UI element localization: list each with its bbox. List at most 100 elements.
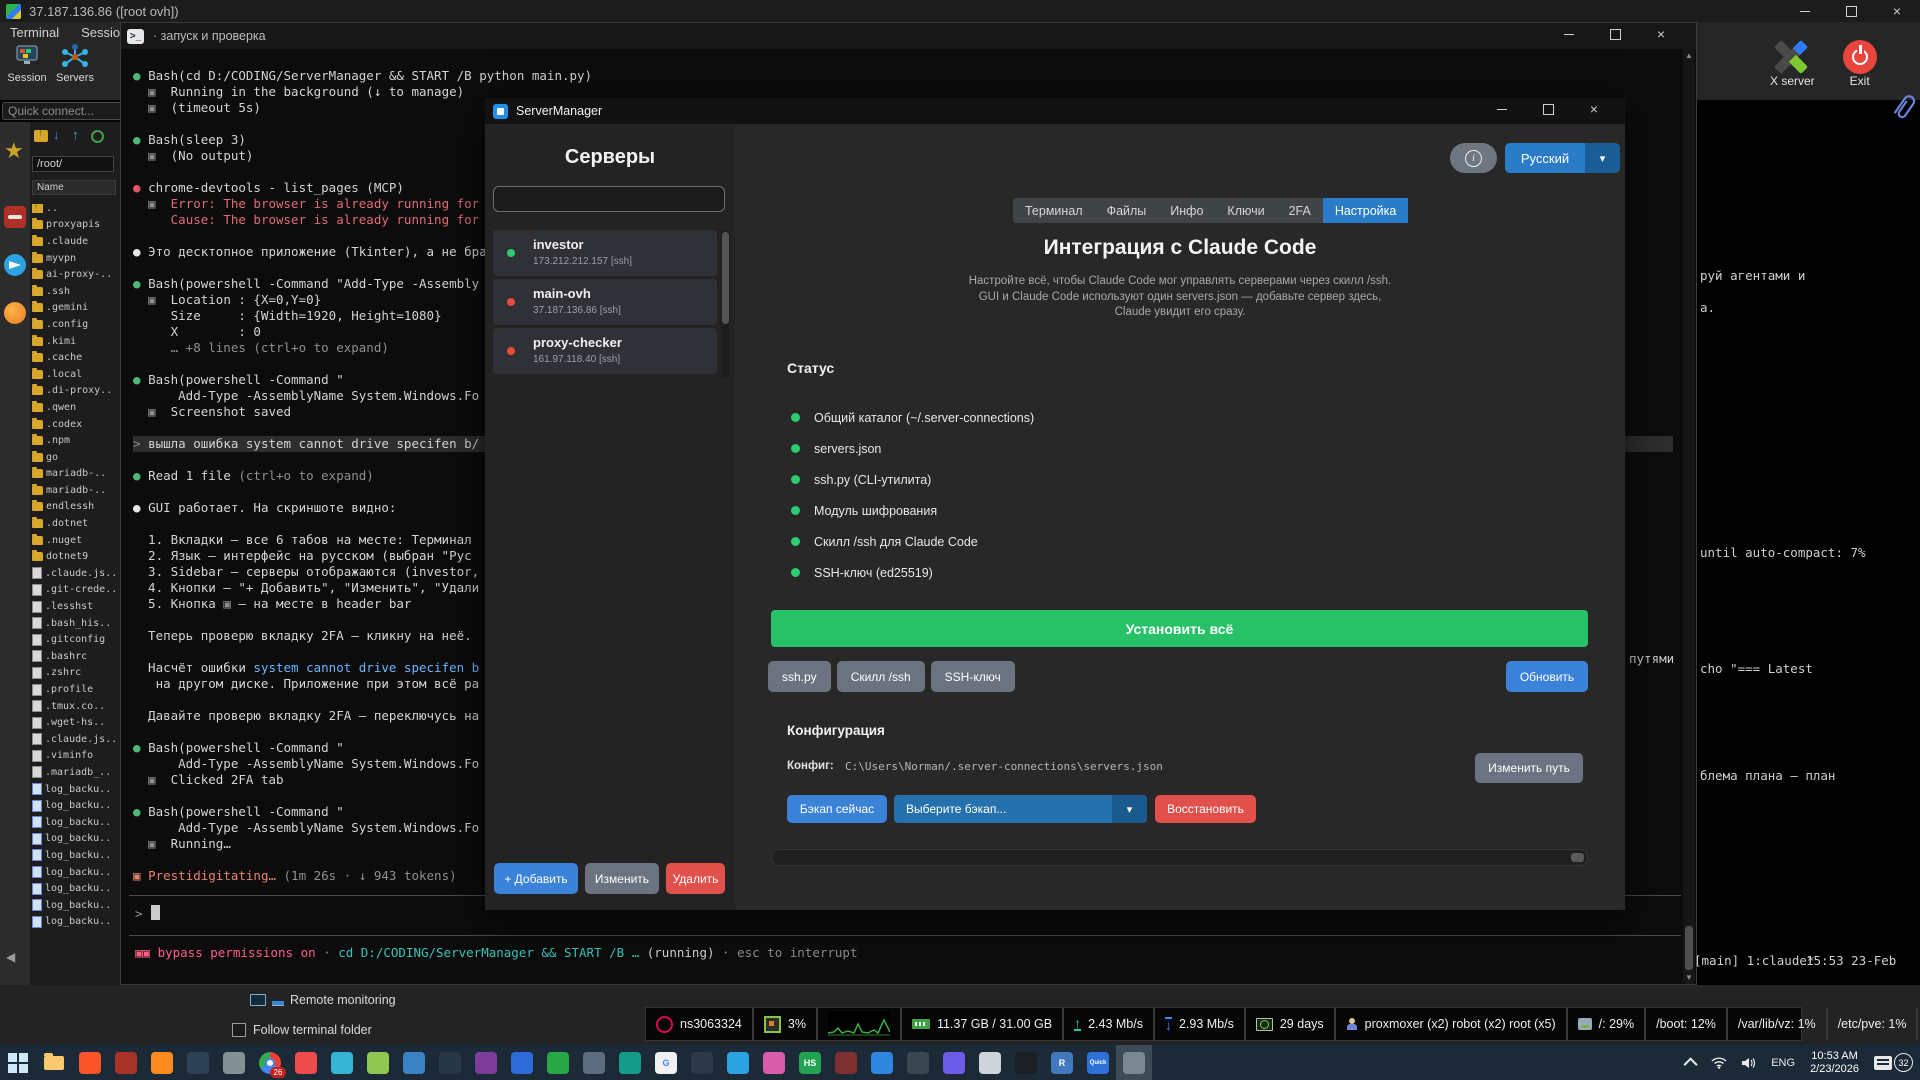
app-pink[interactable] [756, 1045, 792, 1080]
horizontal-scrollbar[interactable] [771, 849, 1588, 866]
file-row[interactable]: myvpn [32, 250, 120, 267]
servermanager-close-button[interactable]: × [1571, 98, 1617, 120]
file-row[interactable]: .npm [32, 432, 120, 449]
files-column-header[interactable]: Name [32, 180, 116, 195]
refresh-icon[interactable] [91, 130, 104, 143]
app-purple[interactable] [468, 1045, 504, 1080]
file-row[interactable]: .claude.js.. [32, 731, 120, 748]
file-row[interactable]: log_backu.. [32, 831, 120, 848]
file-row[interactable]: mariadb-.. [32, 466, 120, 483]
file-row[interactable]: .gitconfig [32, 631, 120, 648]
add-server-button[interactable]: + Добавить [494, 863, 578, 894]
exit-button[interactable]: Exit [1842, 40, 1877, 98]
speaker-icon[interactable] [1734, 1045, 1764, 1080]
edge[interactable] [324, 1045, 360, 1080]
scroll-left-arrow[interactable]: ◀ [6, 950, 15, 964]
file-row[interactable]: .lesshst [32, 598, 120, 615]
telegram-icon[interactable] [4, 254, 26, 276]
edit-server-button[interactable]: Изменить [585, 863, 659, 894]
component-button[interactable]: Скилл /ssh [836, 661, 925, 692]
maximize-button[interactable] [1828, 0, 1874, 22]
tools-knife-icon[interactable] [4, 206, 26, 228]
app-hs[interactable]: HS [792, 1045, 828, 1080]
backup-now-button[interactable]: Бэкап сейчас [787, 795, 887, 823]
favorites-star-icon[interactable]: ★ [4, 140, 26, 162]
file-row[interactable]: ai-proxy-.. [32, 266, 120, 283]
file-row[interactable]: .config [32, 316, 120, 333]
file-row[interactable]: .di-proxy.. [32, 383, 120, 400]
file-row[interactable]: proxyapis [32, 217, 120, 234]
download-icon[interactable]: ↓ [53, 128, 67, 142]
backup-select-dropdown[interactable]: Выберите бэкап... ▾ [894, 795, 1147, 823]
google-app[interactable]: G [648, 1045, 684, 1080]
x-server-button[interactable]: X server [1770, 40, 1815, 98]
servermanager-maximize-button[interactable] [1525, 98, 1571, 120]
language-selector[interactable]: Русский ▾ [1505, 143, 1620, 173]
app-darkblue[interactable] [180, 1045, 216, 1080]
file-row[interactable]: log_backu.. [32, 864, 120, 881]
paperclip-icon[interactable] [1892, 92, 1918, 127]
server-search-input[interactable] [493, 186, 725, 212]
file-row[interactable]: .codex [32, 416, 120, 433]
orange-app-icon[interactable] [4, 302, 26, 324]
app-blue[interactable] [396, 1045, 432, 1080]
app-blue2[interactable] [864, 1045, 900, 1080]
quick-share[interactable]: Quick [1080, 1045, 1116, 1080]
tab-инфо[interactable]: Инфо [1158, 198, 1215, 223]
component-button[interactable]: ssh.py [768, 661, 831, 692]
terminal-titlebar[interactable]: >_ · запуск и проверка × [121, 23, 1696, 49]
terminal-app[interactable] [504, 1045, 540, 1080]
follow-terminal-folder-checkbox[interactable]: Follow terminal folder [232, 1023, 372, 1037]
install-all-button[interactable]: Установить всё [771, 610, 1588, 647]
app-red[interactable] [108, 1045, 144, 1080]
server-card-investor[interactable]: investor 173.212.212.157 [ssh] [493, 230, 717, 276]
file-explorer[interactable] [36, 1045, 72, 1080]
file-row[interactable]: .bash_his.. [32, 615, 120, 632]
file-row[interactable]: .claude.js.. [32, 565, 120, 582]
file-row[interactable]: endlessh [32, 499, 120, 516]
file-row[interactable]: .zshrc [32, 665, 120, 682]
server-card-proxy-checker[interactable]: proxy-checker 161.97.118.40 [ssh] [493, 328, 717, 374]
terminal-maximize-button[interactable] [1592, 23, 1638, 45]
app-dark[interactable] [684, 1045, 720, 1080]
file-row[interactable]: .cache [32, 349, 120, 366]
menu-item-terminal[interactable]: Terminal [10, 25, 59, 40]
chrome[interactable]: 26 [252, 1045, 288, 1080]
app-dark2[interactable] [900, 1045, 936, 1080]
info-button[interactable]: i [1450, 143, 1497, 173]
anydesk[interactable] [288, 1045, 324, 1080]
app-steel[interactable] [576, 1045, 612, 1080]
tray-clock[interactable]: 10:53 AM 2/23/2026 [1802, 1050, 1867, 1076]
file-row[interactable]: .gemini [32, 300, 120, 317]
obs[interactable] [936, 1045, 972, 1080]
scroll-down-icon[interactable]: ▼ [1683, 971, 1695, 984]
file-row[interactable]: .wget-hs.. [32, 714, 120, 731]
file-row[interactable]: .viminfo [32, 748, 120, 765]
firefox[interactable] [144, 1045, 180, 1080]
wifi-icon[interactable] [1704, 1045, 1734, 1080]
file-row[interactable]: dotnet9 [32, 548, 120, 565]
rstudio[interactable]: R [1044, 1045, 1080, 1080]
terminal-scrollbar[interactable]: ▲ ▼ [1683, 49, 1695, 984]
servermanager-titlebar[interactable]: ServerManager × [485, 98, 1625, 124]
file-row[interactable]: log_backu.. [32, 914, 120, 931]
file-row[interactable]: .ssh [32, 283, 120, 300]
file-row[interactable]: .qwen [32, 399, 120, 416]
minimize-button[interactable] [1782, 0, 1828, 22]
file-row[interactable]: log_backu.. [32, 781, 120, 798]
file-row[interactable]: .kimi [32, 333, 120, 350]
file-row[interactable]: log_backu.. [32, 797, 120, 814]
session-button[interactable]: Session [4, 44, 50, 84]
tab-ключи[interactable]: Ключи [1215, 198, 1276, 223]
quick-connect-input[interactable]: Quick connect... [2, 102, 126, 120]
app-green[interactable] [540, 1045, 576, 1080]
file-row[interactable]: .local [32, 366, 120, 383]
tab-файлы[interactable]: Файлы [1095, 198, 1159, 223]
app-gray[interactable] [216, 1045, 252, 1080]
server-list-scrollbar[interactable] [721, 230, 730, 378]
component-button[interactable]: SSH-ключ [930, 661, 1015, 692]
file-row[interactable]: mariadb-.. [32, 482, 120, 499]
app-maroon[interactable] [828, 1045, 864, 1080]
path-field[interactable]: /root/ [32, 156, 114, 172]
start-button[interactable] [0, 1045, 36, 1080]
